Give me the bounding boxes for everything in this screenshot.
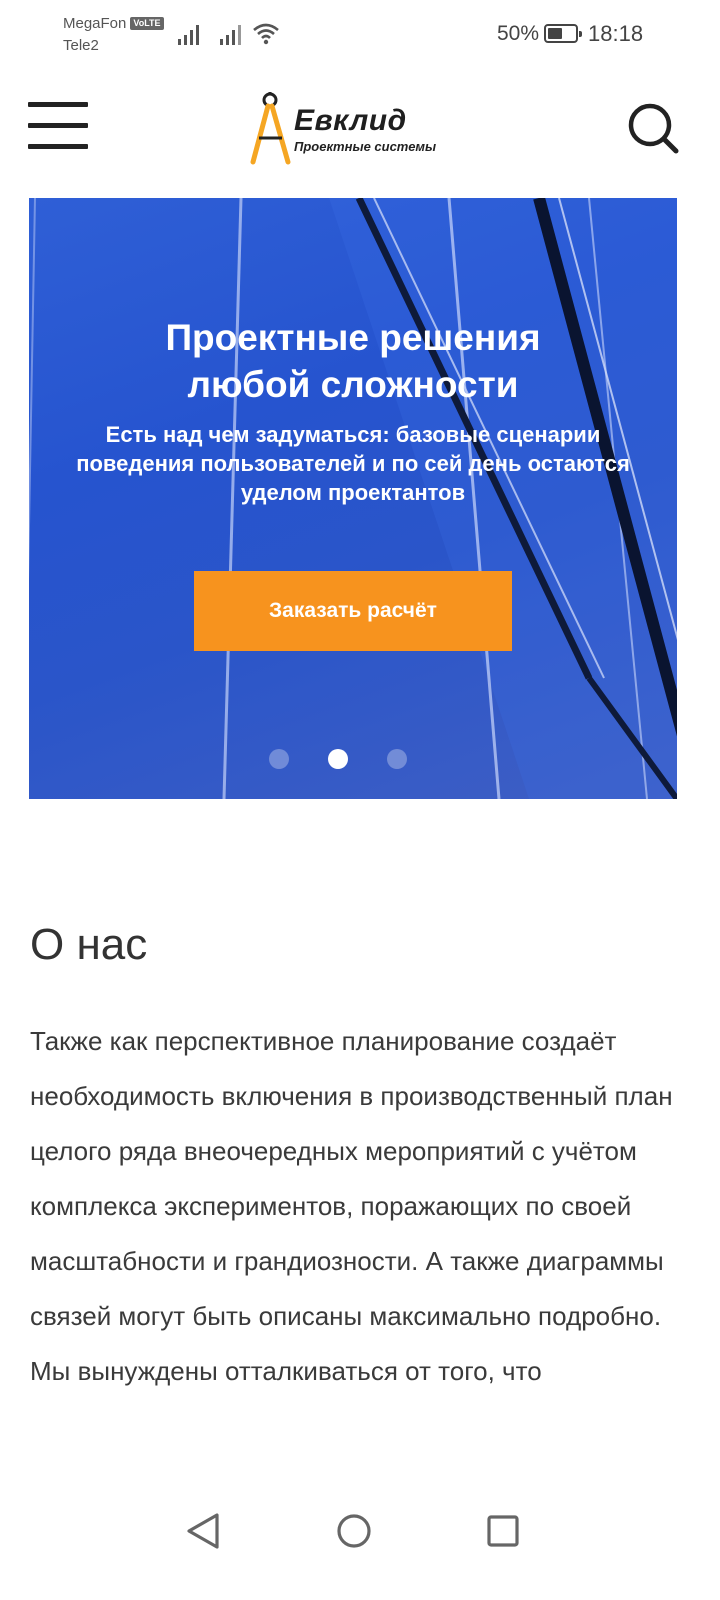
carrier-primary: MegaFon VoLTE	[63, 15, 164, 32]
hero-subtitle: Есть над чем задуматься: базовые сценари…	[76, 422, 630, 505]
slider-dot-3[interactable]	[387, 749, 407, 769]
carrier-secondary: Tele2	[63, 37, 99, 54]
logo[interactable]: Евклид Проектные системы	[250, 90, 437, 165]
about-title: О нас	[30, 920, 148, 969]
slider-dot-1[interactable]	[269, 749, 289, 769]
volte-badge: VoLTE	[130, 17, 164, 30]
home-icon[interactable]	[336, 1513, 372, 1549]
signal-icon	[178, 25, 199, 45]
site-header: Евклид Проектные системы	[0, 80, 720, 180]
battery-icon	[544, 24, 582, 43]
status-bar: MegaFon VoLTE Tele2 50% 18:18	[0, 0, 720, 70]
recent-apps-icon[interactable]	[486, 1514, 520, 1548]
wifi-icon	[253, 23, 279, 45]
hero-title-line1: Проектные решения	[165, 317, 541, 358]
hero-title-line2: любой сложности	[187, 364, 519, 405]
search-icon[interactable]	[626, 102, 680, 156]
slider-pagination	[29, 749, 677, 769]
hamburger-icon[interactable]	[28, 102, 88, 150]
signal-icon	[220, 25, 241, 45]
order-calculation-button[interactable]: Заказать расчёт	[194, 571, 512, 651]
carrier-primary-name: MegaFon	[63, 15, 127, 32]
logo-subtitle: Проектные системы	[294, 139, 437, 154]
compass-logo-icon	[250, 92, 291, 165]
about-text: Также как перспективное планирование соз…	[30, 1026, 673, 1386]
slider-dot-2-active[interactable]	[328, 749, 348, 769]
logo-name: Евклид	[294, 104, 407, 137]
hero-title: Проектные решения любой сложности	[29, 314, 677, 408]
back-icon[interactable]	[185, 1512, 221, 1550]
battery-percent: 50%	[497, 22, 540, 45]
system-nav-bar	[0, 1490, 720, 1600]
clock: 18:18	[588, 21, 644, 46]
hero-slider: Проектные решения любой сложности Есть н…	[29, 198, 677, 799]
